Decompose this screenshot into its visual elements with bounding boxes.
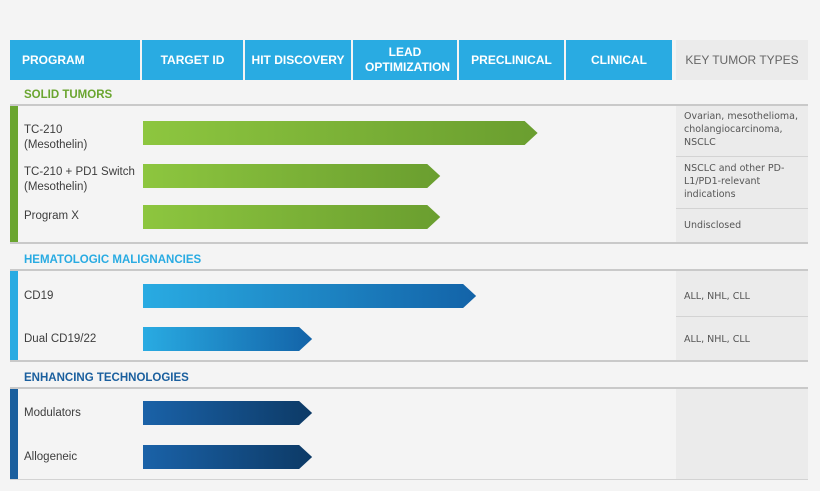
progress-bar-dual-cd19-22	[143, 327, 313, 351]
progress-bar-tc-210-pd1-switch	[143, 164, 441, 188]
progress-bar-modulators	[143, 401, 313, 425]
pipeline-bars	[143, 121, 538, 469]
progress-bar-program-x	[143, 205, 441, 229]
progress-bar-cd19	[143, 284, 477, 308]
progress-bar-tc-210	[143, 121, 538, 145]
progress-bar-allogeneic	[143, 445, 313, 469]
